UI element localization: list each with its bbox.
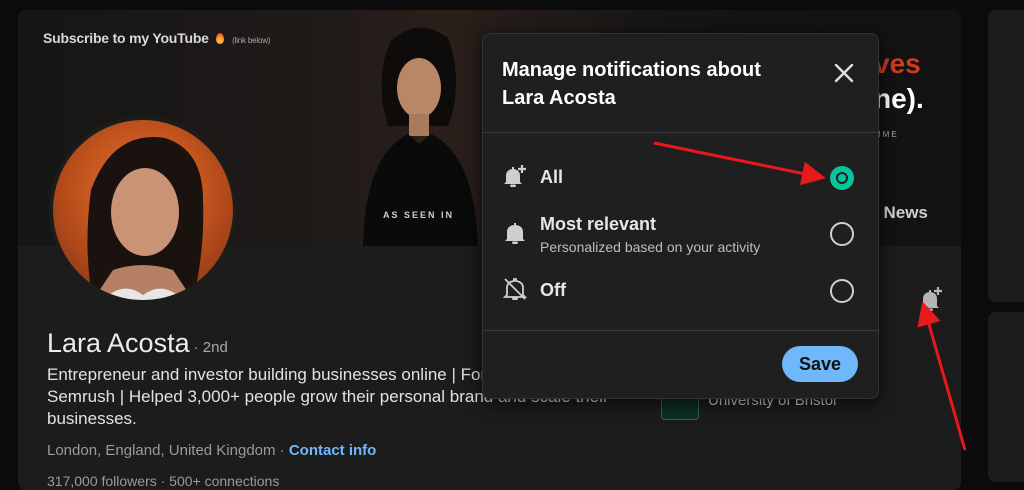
- profile-location: London, England, United Kingdom · Contac…: [47, 442, 377, 459]
- radio-off[interactable]: [830, 279, 854, 303]
- news-link[interactable]: | News: [874, 203, 928, 223]
- bell-icon: [505, 223, 525, 244]
- close-icon[interactable]: [830, 59, 858, 87]
- followers-count[interactable]: 317,000 followers · 500+ connections: [47, 473, 279, 489]
- divider: [483, 132, 878, 133]
- as-seen-in-text: AS SEEN IN: [383, 210, 455, 220]
- avatar-portrait: [87, 137, 204, 300]
- option-all[interactable]: All: [483, 153, 878, 201]
- avatar[interactable]: [49, 116, 237, 304]
- right-rail-card: [988, 10, 1024, 302]
- connection-degree: · 2nd: [193, 339, 228, 356]
- right-rail-card: [988, 312, 1024, 482]
- profile-name: Lara Acosta · 2nd: [47, 328, 228, 358]
- option-most-relevant[interactable]: Most relevant Personalized based on your…: [483, 208, 878, 264]
- notification-bell-button[interactable]: [915, 285, 945, 315]
- banner-headline-fragment: ves: [874, 48, 921, 79]
- youtube-promo-text: Subscribe to my YouTube (link below): [43, 30, 271, 46]
- save-button[interactable]: Save: [782, 346, 858, 382]
- divider: [483, 330, 878, 331]
- radio-most-relevant[interactable]: [830, 222, 854, 246]
- modal-title: Manage notifications about Lara Acosta: [502, 59, 761, 109]
- option-off[interactable]: Off: [483, 266, 878, 314]
- bell-off-icon: [502, 278, 528, 300]
- radio-all[interactable]: [830, 166, 854, 190]
- bell-plus-icon: [504, 165, 526, 187]
- flame-icon: [216, 33, 225, 44]
- banner-headline-fragment: ne).: [874, 83, 924, 114]
- notifications-modal: Manage notifications about Lara Acosta A…: [482, 33, 879, 399]
- contact-info-link[interactable]: Contact info: [289, 442, 377, 459]
